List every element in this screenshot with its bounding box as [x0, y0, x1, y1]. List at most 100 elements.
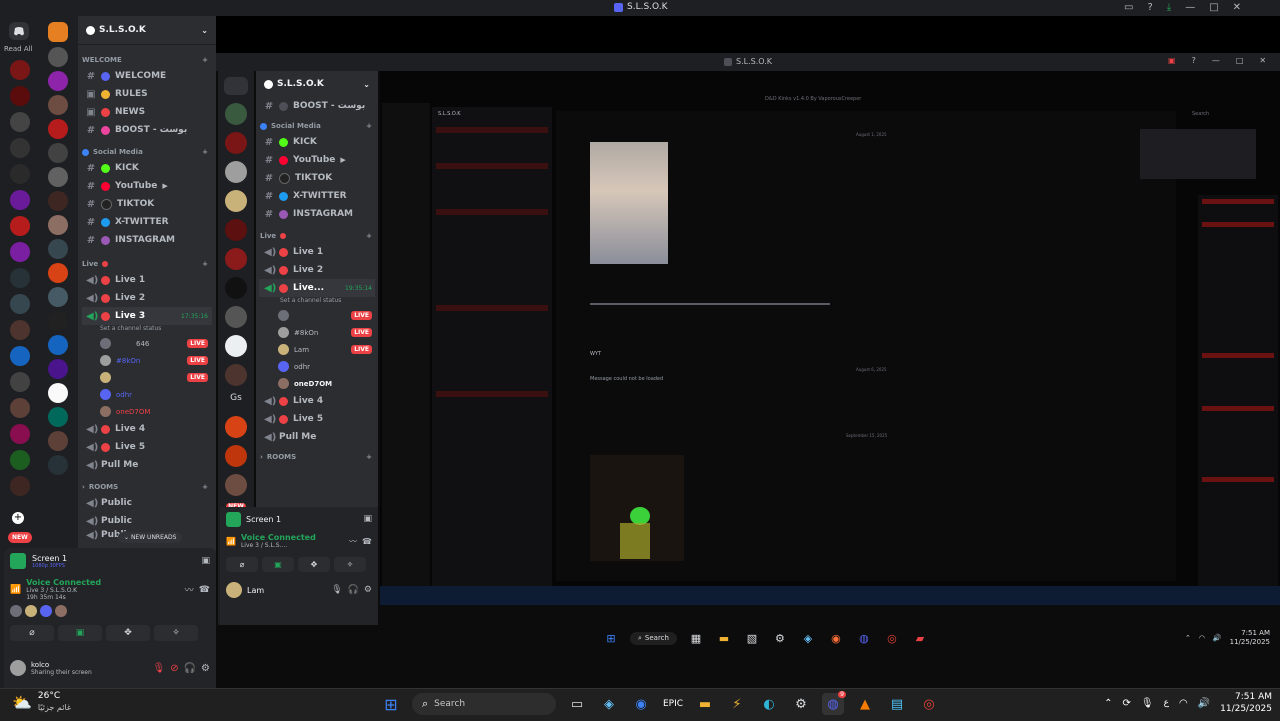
voice-user[interactable]: LIVE	[78, 369, 216, 386]
settings-icon[interactable]: ⚙	[790, 693, 812, 715]
voice-user[interactable]: oneD7OM	[256, 375, 378, 392]
server-icon[interactable]	[48, 167, 68, 187]
activities-button[interactable]: ✥	[106, 625, 150, 641]
chrome-icon[interactable]: ◎	[918, 693, 940, 715]
plus-icon[interactable]: +	[202, 260, 208, 268]
maximize-icon[interactable]: □	[1209, 2, 1218, 13]
taskbar-search[interactable]: ⌕ Search	[412, 693, 556, 715]
app-icon[interactable]: ◉	[630, 693, 652, 715]
voice-user[interactable]: LIVE	[256, 307, 378, 324]
server-icon[interactable]	[10, 112, 30, 132]
server-icon[interactable]	[10, 476, 30, 496]
server-icon[interactable]	[10, 242, 30, 262]
channel-xtwitter[interactable]: # X-TWITTER	[256, 187, 378, 205]
server-icon[interactable]	[48, 431, 68, 451]
discord-home-icon[interactable]	[224, 77, 248, 95]
add-server-icon[interactable]: +	[12, 512, 24, 524]
category-social[interactable]: Social Media +	[78, 145, 216, 159]
server-icon[interactable]	[48, 95, 68, 115]
server-icon[interactable]	[10, 294, 30, 314]
voice-channel-live1[interactable]: ◀) Live 1	[78, 271, 216, 289]
plus-icon[interactable]: +	[202, 148, 208, 156]
voice-user[interactable]: #8kOn LIVE	[256, 324, 378, 341]
minimize-icon[interactable]: —	[1212, 56, 1220, 65]
voice-channel-live1[interactable]: ◀) Live 1	[256, 243, 378, 261]
server-icon[interactable]	[48, 119, 68, 139]
weather-widget[interactable]: ⛅ 26°C غائم جزئيًا	[12, 691, 71, 713]
screen-share-button[interactable]: ▣	[262, 557, 294, 572]
plus-icon[interactable]: +	[202, 56, 208, 64]
voice-channel-pullme[interactable]: ◀) Pull Me	[78, 456, 216, 474]
plus-icon[interactable]: +	[366, 232, 372, 240]
channel-kick[interactable]: # KICK	[78, 159, 216, 177]
voice-channel-public[interactable]: ◀) Public	[78, 494, 216, 512]
server-icon[interactable]	[10, 346, 30, 366]
disconnect-icon[interactable]: ☎	[362, 537, 372, 546]
server-icon[interactable]	[10, 398, 30, 418]
camera-off-button[interactable]: ⌀	[226, 557, 258, 572]
server-icon[interactable]	[225, 277, 247, 299]
wifi-icon[interactable]: ◠	[1179, 698, 1188, 709]
channel-news[interactable]: ▣ NEWS	[78, 103, 216, 121]
server-icon[interactable]	[48, 335, 68, 355]
channel-youtube[interactable]: # YouTube ▶	[78, 177, 216, 195]
voice-user[interactable]: oneD7OM	[78, 403, 216, 420]
channel-instagram[interactable]: # INSTAGRAM	[78, 231, 216, 249]
activities-button[interactable]: ✥	[298, 557, 330, 572]
server-icon[interactable]	[225, 190, 247, 212]
category-rooms[interactable]: › ROOMS +	[78, 480, 216, 494]
server-icon[interactable]	[48, 191, 68, 211]
server-icon[interactable]	[10, 216, 30, 236]
shared-server-header[interactable]: S.L.S.O.K ⌄	[256, 71, 378, 97]
channel-boost[interactable]: # BOOST - بوست	[78, 121, 216, 139]
mic-icon[interactable]: 🎙	[1141, 698, 1154, 709]
plus-icon[interactable]: +	[202, 483, 208, 491]
voice-channel-live4[interactable]: ◀) Live 4	[78, 420, 216, 438]
voice-user[interactable]: 646 LIVE	[78, 335, 216, 352]
popout-icon[interactable]: ▣	[363, 514, 372, 524]
deafen-icon[interactable]: ⊘	[170, 663, 178, 674]
language-indicator[interactable]: ع	[1164, 698, 1169, 708]
voice-channel-live2[interactable]: ◀) Live 2	[78, 289, 216, 307]
server-icon[interactable]	[10, 60, 30, 80]
maximize-icon[interactable]: □	[1236, 56, 1244, 65]
server-icon[interactable]	[10, 424, 30, 444]
channel-rules[interactable]: ▣ RULES	[78, 85, 216, 103]
edge-icon[interactable]: ◐	[758, 693, 780, 715]
noise-suppression-icon[interactable]: 〰	[185, 583, 194, 596]
settings-gear-icon[interactable]: ⚙	[201, 663, 210, 674]
channel-tiktok[interactable]: # TIKTOK	[78, 195, 216, 213]
app-icon[interactable]: ▲	[854, 693, 876, 715]
category-live[interactable]: Live +	[78, 257, 216, 271]
channel-boost[interactable]: # BOOST - بوست	[256, 97, 378, 115]
steam-icon[interactable]: ◈	[598, 693, 620, 715]
server-text-icon[interactable]: Gs	[224, 393, 248, 409]
user-avatar[interactable]	[10, 660, 26, 676]
help-icon[interactable]: ?	[1192, 56, 1196, 65]
channel-status-hint[interactable]: Set a channel status	[256, 297, 378, 307]
close-icon[interactable]: ✕	[1259, 56, 1266, 65]
mute-icon[interactable]: 🎙	[152, 663, 165, 674]
user-avatar[interactable]	[226, 582, 242, 598]
voice-channel-name[interactable]: Live 3 / S.L.S.O.K	[26, 587, 101, 594]
server-icon[interactable]	[225, 364, 247, 386]
category-welcome[interactable]: WELCOME +	[78, 53, 216, 67]
new-badge[interactable]: NEW	[8, 532, 32, 543]
app-icon[interactable]: ⚡	[726, 693, 748, 715]
server-icon[interactable]	[48, 287, 68, 307]
channel-instagram[interactable]: # INSTAGRAM	[256, 205, 378, 223]
server-icon[interactable]	[10, 190, 30, 210]
clock[interactable]: 7:51 AM 11/25/2025	[1220, 691, 1272, 715]
minimize-icon[interactable]: —	[1185, 2, 1195, 13]
server-icon[interactable]	[225, 161, 247, 183]
server-icon[interactable]	[48, 407, 68, 427]
server-icon[interactable]	[225, 474, 247, 496]
plus-icon[interactable]: +	[366, 122, 372, 130]
new-unreads-pill[interactable]: ⌄ NEW UNREADS	[118, 532, 183, 543]
channel-xtwitter[interactable]: # X-TWITTER	[78, 213, 216, 231]
server-icon[interactable]	[10, 164, 30, 184]
sync-icon[interactable]: ⟳	[1122, 698, 1130, 709]
outer-server-header[interactable]: S.L.S.O.K ⌄	[78, 16, 216, 45]
voice-channel-live5[interactable]: ◀) Live 5	[256, 410, 378, 428]
help-icon[interactable]: ?	[1147, 2, 1152, 13]
